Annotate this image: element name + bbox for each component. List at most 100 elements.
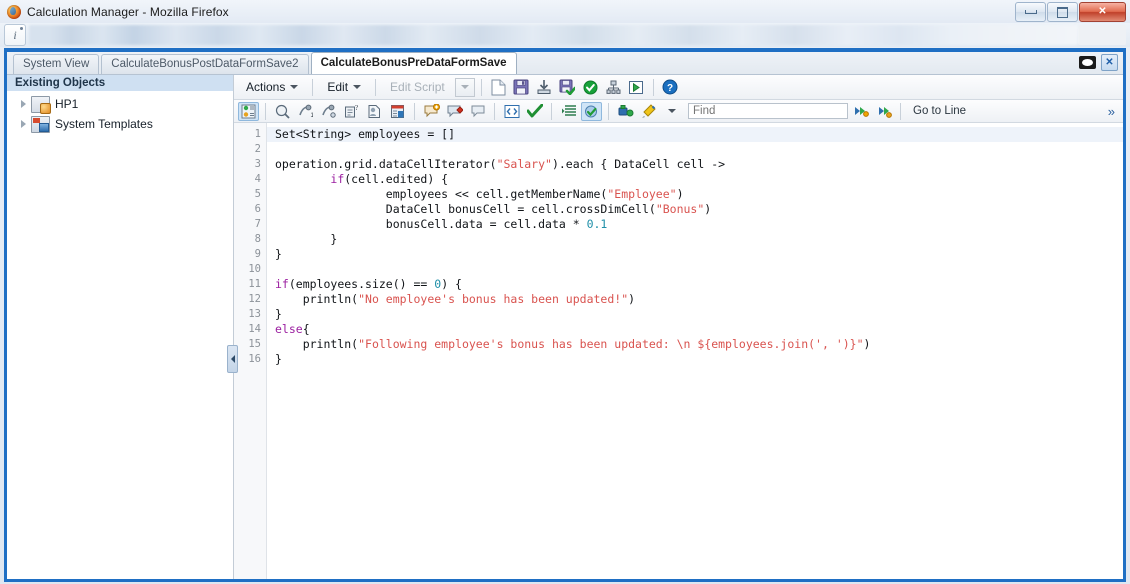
find-input[interactable] [688, 103, 848, 119]
line-number: 15 [234, 337, 266, 352]
code-line[interactable]: println("Following employee's bonus has … [267, 337, 1123, 352]
deploy-icon[interactable] [603, 78, 624, 97]
tree-item-label: HP1 [55, 97, 78, 111]
line-number: 5 [234, 187, 266, 202]
code-line[interactable]: if(cell.edited) { [267, 172, 1123, 187]
actions-menu[interactable]: Actions [238, 78, 306, 97]
tab-strip: System View CalculateBonusPostDataFormSa… [7, 52, 1123, 75]
new-icon[interactable] [488, 78, 509, 97]
code-token: 0.1 [587, 217, 608, 231]
launch-icon[interactable] [626, 78, 647, 97]
code-line[interactable]: } [267, 232, 1123, 247]
code-token: { [303, 322, 310, 336]
toolbar-separator [414, 103, 415, 120]
insert-dimension-icon[interactable] [387, 102, 408, 121]
code-line[interactable]: Set<String> employees = [] [267, 127, 1123, 142]
validate-icon[interactable] [580, 78, 601, 97]
edit-script-dropdown [455, 78, 475, 97]
edit-script-label: Edit Script [390, 78, 445, 97]
help-icon[interactable]: ? [660, 78, 681, 97]
highlight-icon[interactable] [638, 102, 659, 121]
pane-title: Existing Objects [7, 75, 233, 91]
script-properties-icon[interactable] [238, 102, 259, 121]
code-token: bonusCell.data = cell.data * [275, 217, 587, 231]
code-line[interactable]: else{ [267, 322, 1123, 337]
code-token: } [275, 232, 337, 246]
comment-block-icon[interactable] [467, 102, 488, 121]
remove-comment-icon[interactable] [444, 102, 465, 121]
line-number: 12 [234, 292, 266, 307]
chevron-right-icon[interactable] [21, 100, 26, 108]
existing-objects-pane: Existing Objects HP1 System Templates [7, 75, 234, 579]
url-input[interactable] [29, 25, 1078, 45]
code-token: (employees.size() == [289, 277, 434, 291]
highlight-dropdown[interactable] [661, 102, 682, 121]
minimize-button[interactable] [1015, 2, 1046, 22]
format-script-icon[interactable] [581, 102, 602, 121]
line-number: 4 [234, 172, 266, 187]
collapse-left-pane-handle[interactable] [227, 345, 238, 373]
code-line[interactable]: } [267, 307, 1123, 322]
line-number: 3 [234, 157, 266, 172]
restore-panel-button[interactable] [1078, 54, 1097, 71]
find-next-icon[interactable] [850, 102, 871, 121]
code-line[interactable]: } [267, 352, 1123, 367]
svg-text:?: ? [355, 104, 358, 112]
chevron-down-icon [461, 85, 469, 89]
code-line[interactable] [267, 262, 1123, 277]
code-token: operation.grid.dataCellIterator( [275, 157, 497, 171]
code-line[interactable]: bonusCell.data = cell.data * 0.1 [267, 217, 1123, 232]
add-comment-icon[interactable] [421, 102, 442, 121]
code-line[interactable]: } [267, 247, 1123, 262]
firefox-window: Calculation Manager - Mozilla Firefox ✕ … [0, 0, 1130, 584]
calculation-manager-app: System View CalculateBonusPostDataFormSa… [4, 48, 1126, 582]
code-line[interactable]: operation.grid.dataCellIterator("Salary"… [267, 157, 1123, 172]
tab-calculatebonuspredataformsave[interactable]: CalculateBonusPreDataFormSave [311, 52, 517, 74]
code-line[interactable] [267, 142, 1123, 157]
code-text-area[interactable]: Set<String> employees = [] operation.gri… [267, 123, 1123, 579]
minimize-icon [1025, 10, 1037, 14]
code-token: println( [275, 337, 358, 351]
line-number: 10 [234, 262, 266, 277]
edit-menu[interactable]: Edit [319, 78, 369, 97]
code-line[interactable]: DataCell bonusCell = cell.crossDimCell("… [267, 202, 1123, 217]
code-line[interactable]: employees << cell.getMemberName("Employe… [267, 187, 1123, 202]
line-number: 2 [234, 142, 266, 157]
code-line[interactable]: println("No employee's bonus has been up… [267, 292, 1123, 307]
code-editor[interactable]: 12345678910111213141516 Set<String> empl… [234, 123, 1123, 579]
chevron-right-icon[interactable] [21, 120, 26, 128]
maximize-button[interactable] [1047, 2, 1078, 22]
tree-item-system-templates[interactable]: System Templates [7, 114, 233, 134]
save-icon[interactable] [511, 78, 532, 97]
code-token: ).each { DataCell cell -> [552, 157, 725, 171]
tab-system-view[interactable]: System View [13, 54, 99, 74]
close-tab-button[interactable]: ✕ [1101, 54, 1118, 71]
application-cube-icon [31, 96, 50, 113]
insert-member-icon[interactable] [364, 102, 385, 121]
rules-icon[interactable] [615, 102, 636, 121]
line-number: 11 [234, 277, 266, 292]
save-as-icon[interactable] [534, 78, 555, 97]
indent-icon[interactable] [558, 102, 579, 121]
maximize-icon [1057, 7, 1068, 18]
navbar-spacer [1078, 25, 1126, 45]
find-member-icon[interactable] [272, 102, 293, 121]
page-info-icon[interactable]: i [4, 24, 26, 46]
insert-function-icon[interactable]: ? [341, 102, 362, 121]
toggle-tags-icon[interactable] [501, 102, 522, 121]
toolbar-overflow-button[interactable]: » [1108, 104, 1119, 119]
main-split: Existing Objects HP1 System Templates [7, 75, 1123, 579]
close-button[interactable]: ✕ [1079, 2, 1126, 22]
tree-item-hp1[interactable]: HP1 [7, 94, 233, 114]
code-line[interactable]: if(employees.size() == 0) { [267, 277, 1123, 292]
insert-smartlist-icon[interactable] [318, 102, 339, 121]
code-token: "No employee's bonus has been updated!" [358, 292, 628, 306]
tab-calculatebonuspostdataformsave2[interactable]: CalculateBonusPostDataFormSave2 [101, 54, 308, 74]
save-and-validate-icon[interactable] [557, 78, 578, 97]
line-number: 7 [234, 217, 266, 232]
find-previous-icon[interactable] [873, 102, 894, 121]
toolbar-separator [312, 79, 313, 96]
goto-line-label[interactable]: Go to Line [907, 105, 966, 117]
insert-variable-icon[interactable]: 1 [295, 102, 316, 121]
check-syntax-icon[interactable] [524, 102, 545, 121]
